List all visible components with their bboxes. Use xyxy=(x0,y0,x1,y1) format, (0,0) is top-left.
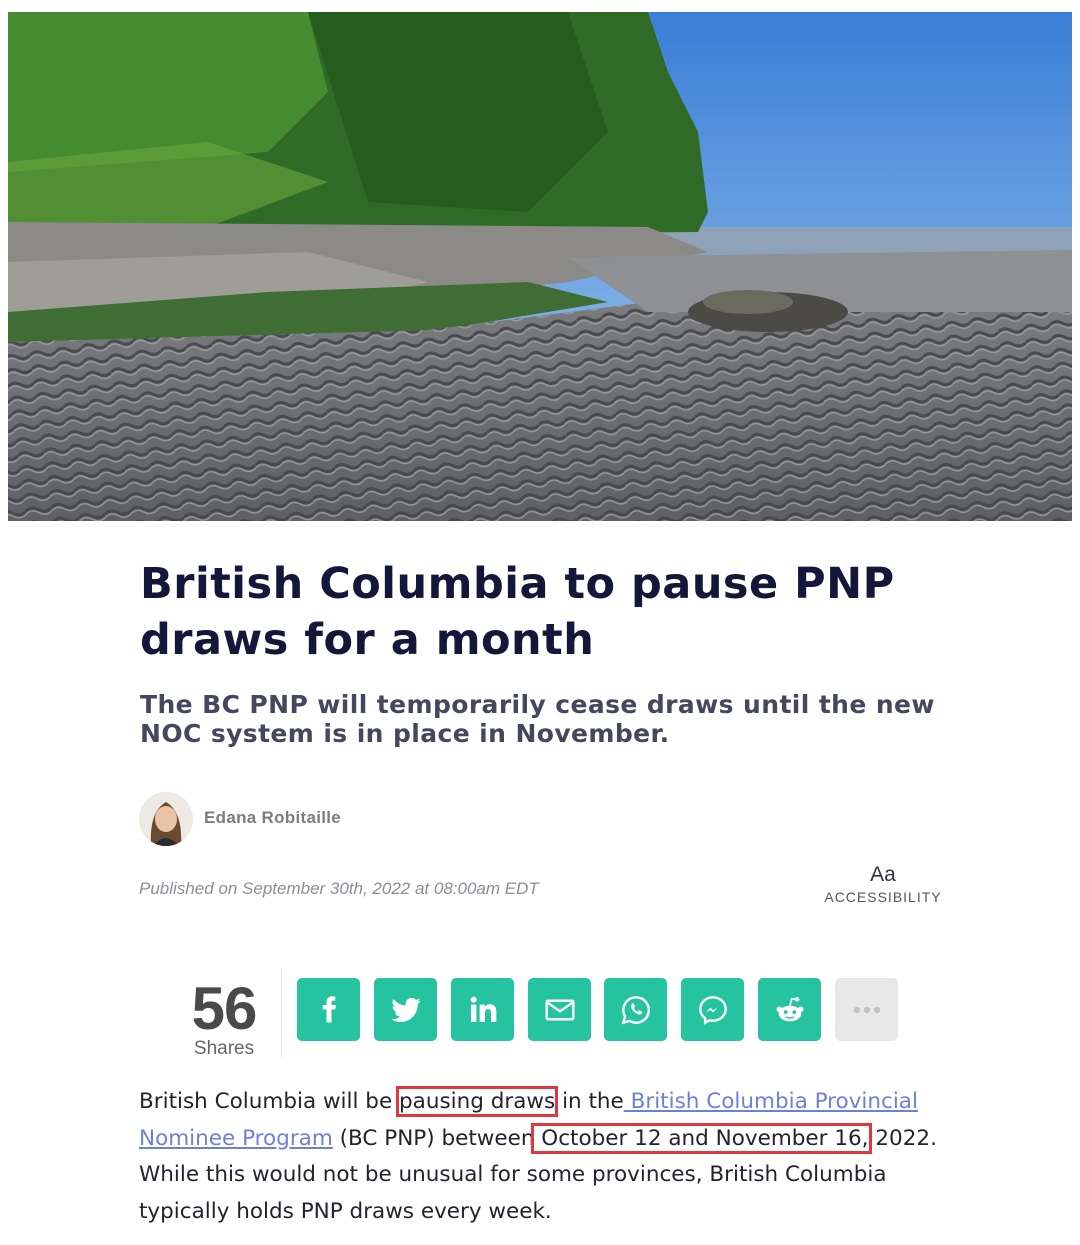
reddit-share-button[interactable] xyxy=(758,978,821,1041)
share-divider xyxy=(281,968,282,1058)
highlighted-phrase-dates: October 12 and November 16, xyxy=(531,1122,872,1154)
article-title: British Columbia to pause PNP draws for … xyxy=(140,559,895,665)
published-date: Published on September 30th, 2022 at 08:… xyxy=(139,879,539,898)
facebook-share-button[interactable] xyxy=(297,978,360,1041)
author-name[interactable]: Edana Robitaille xyxy=(204,808,341,828)
text-size-icon: Aa xyxy=(870,863,896,886)
paragraph-text: British Columbia will be xyxy=(139,1089,393,1114)
facebook-icon xyxy=(322,995,336,1022)
article-paragraph: British Columbia will be pausing draws i… xyxy=(139,1084,959,1230)
whatsapp-share-button[interactable] xyxy=(604,978,667,1041)
accessibility-toggle[interactable]: Aa ACCESSIBILITY xyxy=(818,863,948,905)
more-share-button[interactable] xyxy=(835,978,898,1041)
email-share-button[interactable] xyxy=(528,978,591,1041)
paragraph-text: (BC PNP) between xyxy=(332,1125,535,1151)
accessibility-label: ACCESSIBILITY xyxy=(824,889,942,905)
share-counter: 56 Shares xyxy=(180,976,268,1060)
reddit-icon xyxy=(776,996,803,1021)
twitter-share-button[interactable] xyxy=(374,978,437,1041)
hero-image xyxy=(8,12,1072,521)
paragraph-text: in the xyxy=(562,1089,624,1114)
whatsapp-icon xyxy=(621,995,650,1024)
envelope-icon xyxy=(544,998,575,1021)
more-dots-icon xyxy=(853,1006,880,1013)
messenger-icon xyxy=(698,995,727,1025)
linkedin-share-button[interactable] xyxy=(451,978,514,1041)
highlighted-phrase-pausing-draws: pausing draws xyxy=(396,1086,559,1117)
author-avatar[interactable] xyxy=(139,792,193,846)
share-count: 56 xyxy=(191,975,258,1042)
article-subtitle: The BC PNP will temporarily cease draws … xyxy=(140,690,935,748)
twitter-icon xyxy=(390,997,421,1022)
messenger-share-button[interactable] xyxy=(681,978,744,1041)
linkedin-icon xyxy=(470,996,496,1022)
